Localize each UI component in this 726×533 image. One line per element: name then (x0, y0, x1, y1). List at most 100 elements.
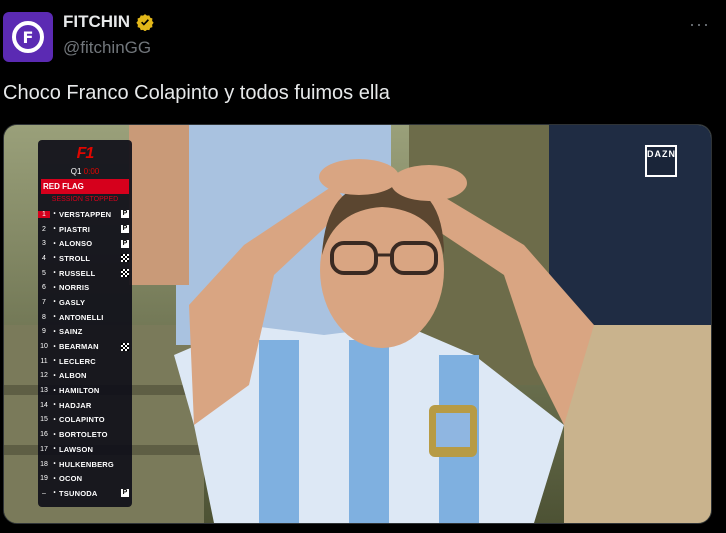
driver-name: OCON (59, 474, 83, 484)
standings-position: 3 (42, 240, 46, 248)
standings-row: 4 • STROLL (38, 251, 132, 266)
team-icon: • (53, 255, 56, 262)
avatar[interactable]: F (3, 12, 53, 62)
more-options-icon[interactable]: ··· (689, 14, 710, 35)
team-icon: • (53, 431, 56, 438)
standings-row: 10 • BEARMAN (38, 339, 132, 354)
standings-position: 4 (42, 254, 46, 262)
team-icon: • (53, 446, 56, 453)
session-label: Q1 (70, 167, 82, 176)
standings-row: 7 • GASLY (38, 295, 132, 310)
team-icon: • (53, 461, 56, 468)
driver-name: HULKENBERG (59, 459, 114, 469)
team-icon: • (53, 270, 56, 277)
driver-name: GASLY (59, 297, 86, 307)
standings-row: 17 • LAWSON (38, 442, 132, 457)
team-icon: • (53, 299, 56, 306)
driver-name: VERSTAPPEN (59, 209, 112, 219)
standings-position: 8 (42, 313, 46, 321)
driver-name: HAMILTON (59, 386, 100, 396)
pit-indicator: P (121, 210, 129, 219)
display-name[interactable]: FITCHIN (63, 12, 130, 32)
driver-name: STROLL (59, 253, 91, 263)
team-icon: • (53, 328, 56, 335)
driver-name: SAINZ (59, 327, 83, 337)
team-icon: • (53, 284, 56, 291)
team-icon: • (53, 387, 56, 394)
driver-name: COLAPINTO (59, 415, 105, 425)
chequered-flag-icon (121, 254, 129, 263)
team-icon: • (53, 372, 56, 379)
standings-row: 8 • ANTONELLI (38, 310, 132, 325)
standings-row: 9 • SAINZ (38, 325, 132, 340)
driver-name: RUSSELL (59, 268, 96, 278)
f1-timing-tower: F1 Q1 0:00 RED FLAG SESSION STOPPED 1 • VE… (38, 140, 132, 507)
f1-logo-icon: F1 (76, 145, 95, 162)
standings-position: 14 (40, 401, 48, 409)
user-handle[interactable]: @fitchinGG (63, 38, 151, 58)
standings-row: 15 • COLAPINTO (38, 413, 132, 428)
standings-row: 14 • HADJAR (38, 398, 132, 413)
dazn-logo-text: DAZN (647, 149, 676, 159)
standings-row: 18 • HULKENBERG (38, 457, 132, 472)
team-icon: • (53, 343, 56, 350)
standings-position: 7 (42, 298, 46, 306)
standings-position: 9 (42, 328, 46, 336)
pit-indicator: P (121, 239, 129, 248)
session-status: SESSION STOPPED (51, 196, 119, 203)
driver-name: HADJAR (59, 400, 92, 410)
standings-position: 13 (40, 387, 48, 395)
standings-position: 2 (42, 225, 46, 233)
dazn-logo-icon: DAZN (645, 145, 677, 177)
driver-name: PIASTRI (59, 224, 90, 234)
standings-position: 15 (40, 416, 48, 424)
standings-row: 2 • PIASTRI P (38, 222, 132, 237)
standings-position: 11 (40, 357, 48, 365)
pit-indicator: P (121, 225, 129, 234)
team-icon: • (53, 226, 56, 233)
team-icon: • (53, 402, 56, 409)
session-indicator: Q1 0:00 (38, 167, 132, 176)
driver-name: ANTONELLI (59, 312, 104, 322)
team-icon: • (53, 416, 56, 423)
standings-row: 12 • ALBON (38, 369, 132, 384)
team-icon: • (53, 240, 56, 247)
standings-row: 1 • VERSTAPPEN P (38, 207, 132, 222)
driver-name: LECLERC (59, 356, 96, 366)
standings-position: 12 (40, 372, 48, 380)
chequered-flag-icon (121, 342, 129, 351)
driver-name: BEARMAN (59, 342, 99, 352)
standings-position: – (42, 489, 46, 497)
display-name-row[interactable]: FITCHIN (63, 12, 154, 32)
standings-position: 18 (40, 460, 48, 468)
standings-position: 17 (40, 445, 48, 453)
team-icon: • (53, 314, 56, 321)
session-time: 0:00 (83, 167, 100, 176)
team-icon: • (53, 358, 56, 365)
red-flag-banner: RED FLAG (41, 179, 129, 194)
team-icon: • (53, 490, 56, 497)
standings-position: 19 (40, 475, 48, 483)
standings-row: 13 • HAMILTON (38, 383, 132, 398)
tweet-media-image[interactable]: F1 Q1 0:00 RED FLAG SESSION STOPPED 1 • VE… (3, 124, 712, 524)
driver-name: LAWSON (59, 444, 94, 454)
driver-name: NORRIS (59, 283, 90, 293)
verified-badge-icon (136, 14, 154, 31)
standings-row: 6 • NORRIS (38, 280, 132, 295)
standings-position: 16 (40, 431, 48, 439)
standings-row: – • TSUNODA P (38, 486, 132, 501)
tweet-text: Choco Franco Colapinto y todos fuimos el… (3, 82, 390, 104)
standings-row: 3 • ALONSO P (38, 236, 132, 251)
driver-name: BORTOLETO (59, 430, 108, 440)
team-icon: • (53, 475, 56, 482)
standings-position: 10 (40, 343, 48, 351)
chequered-flag-icon (121, 269, 129, 278)
team-icon: • (53, 211, 56, 218)
standings-position: 1 (38, 210, 50, 218)
standings-row: 16 • BORTOLETO (38, 427, 132, 442)
standings-row: 11 • LECLERC (38, 354, 132, 369)
pit-indicator: P (121, 489, 129, 498)
fitchin-logo-icon: F (12, 21, 44, 53)
standings-position: 5 (42, 269, 46, 277)
standings-position: 6 (42, 284, 46, 292)
